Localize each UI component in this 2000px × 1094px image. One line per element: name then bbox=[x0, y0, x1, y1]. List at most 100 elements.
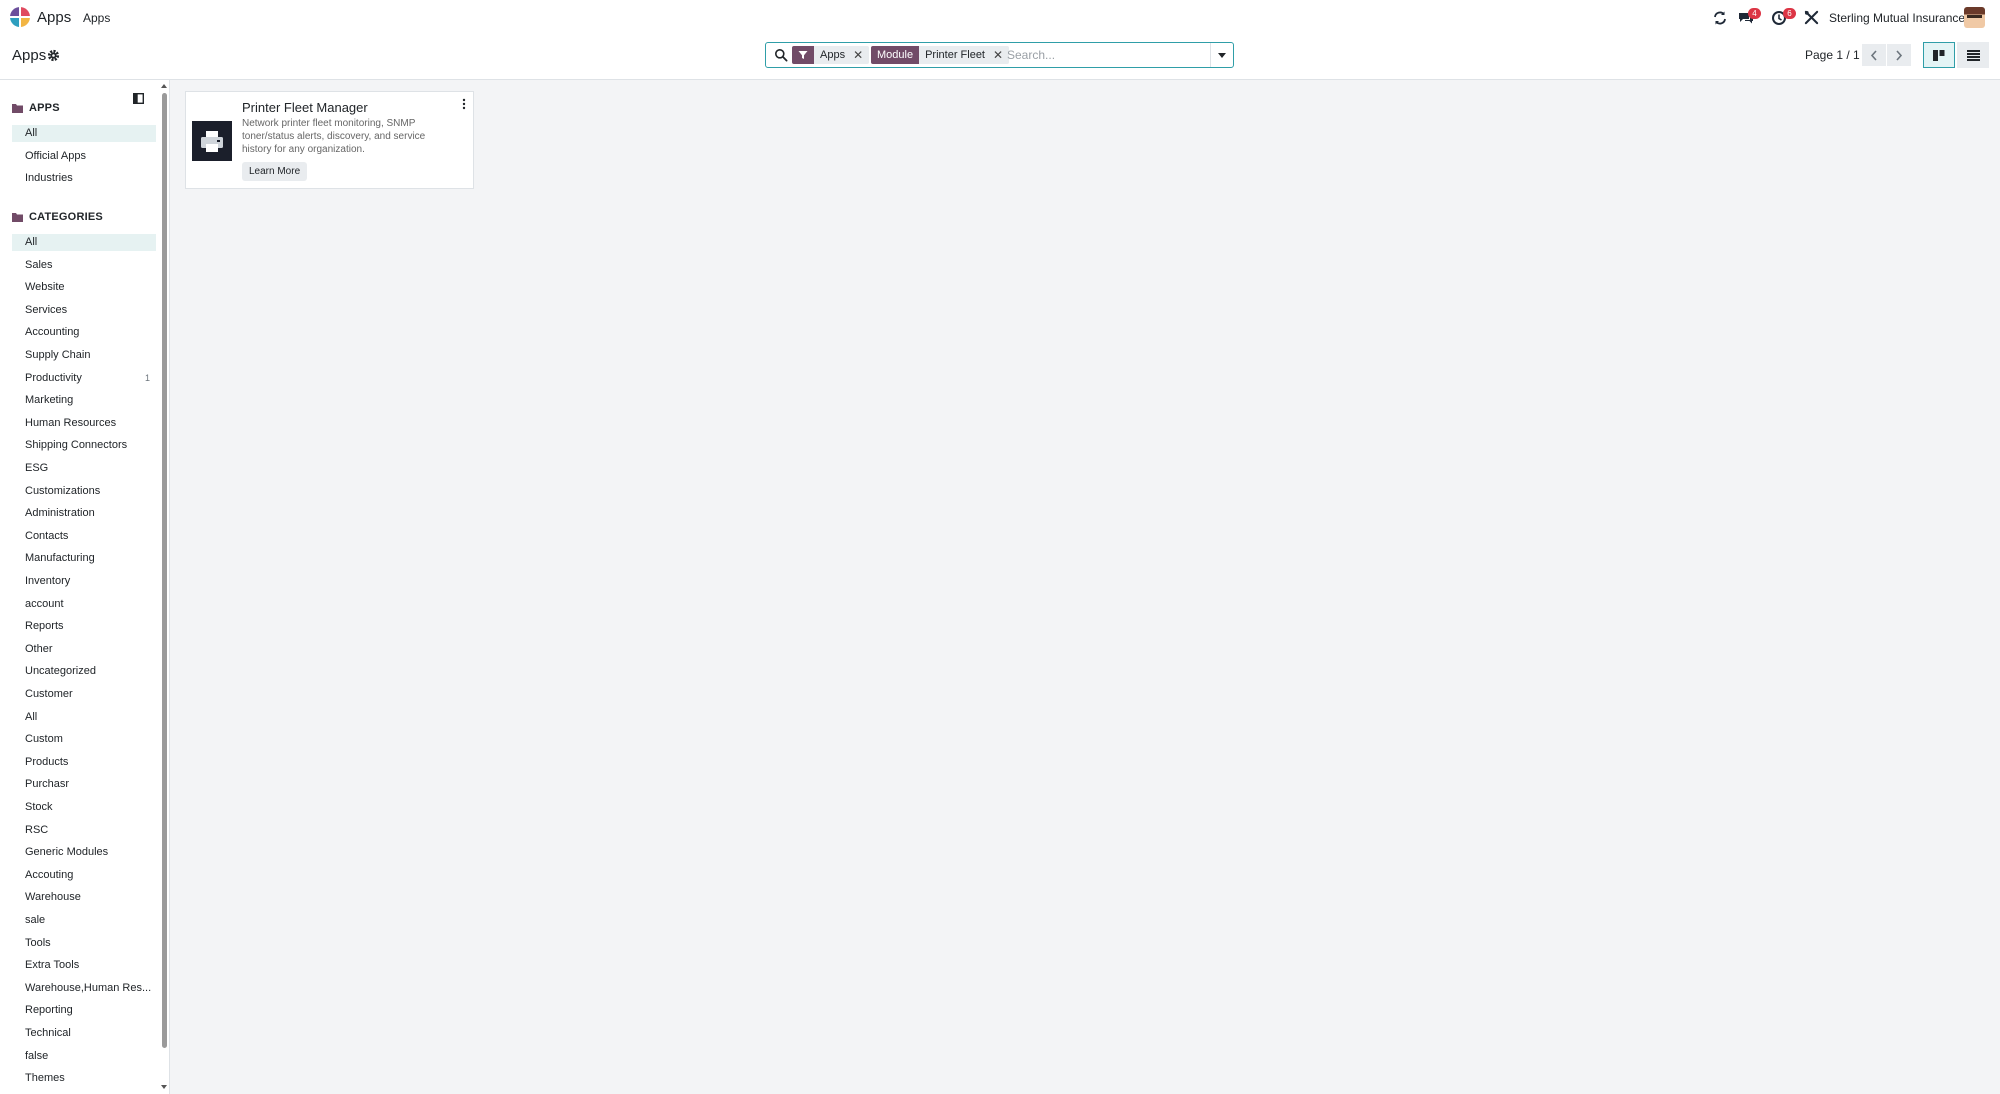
sidebar-item-category[interactable]: Productivity 1 bbox=[12, 370, 156, 387]
sidebar-item-category-label: Custom bbox=[25, 733, 63, 746]
sidebar-item-category-label: Stock bbox=[25, 801, 53, 813]
collapse-sidebar-icon[interactable] bbox=[133, 93, 144, 104]
sidebar-item-app-filter-label: Official Apps bbox=[25, 149, 86, 162]
app-card-description: Network printer fleet monitoring, SNMP t… bbox=[242, 118, 426, 155]
sidebar-item-category[interactable]: account bbox=[12, 596, 156, 613]
sidebar-item-category[interactable]: Tools bbox=[12, 935, 156, 952]
sidebar-item-category[interactable]: Reports bbox=[12, 618, 156, 635]
sidebar-item-category[interactable]: Customer bbox=[12, 686, 156, 703]
page-title: Apps bbox=[12, 47, 47, 64]
sidebar-item-category[interactable]: Themes bbox=[12, 1070, 156, 1087]
sidebar-scrollbar[interactable] bbox=[162, 93, 167, 1048]
sidebar-item-category-label: Sales bbox=[25, 258, 53, 271]
search-icon[interactable] bbox=[774, 48, 788, 62]
sidebar-item-category[interactable]: Human Resources bbox=[12, 415, 156, 432]
sidebar-item-category-label: account bbox=[25, 597, 64, 610]
sidebar-item-category-label: Extra Tools bbox=[25, 959, 80, 972]
sidebar-item-category-label: Customizations bbox=[25, 484, 101, 497]
facet-module-label: Module bbox=[871, 46, 920, 64]
list-view-button[interactable] bbox=[1957, 42, 1989, 68]
sidebar-item-category[interactable]: Warehouse bbox=[12, 889, 156, 906]
search-options-toggle[interactable] bbox=[1210, 43, 1233, 67]
scroll-up-arrow-icon[interactable] bbox=[161, 84, 167, 88]
facet-filter[interactable]: Apps ✕ bbox=[792, 46, 870, 64]
sidebar-item-category-label: Customer bbox=[25, 688, 73, 700]
top-navbar: Apps Apps 4 6 Sterling Mutual Insurance bbox=[0, 0, 2000, 36]
user-avatar[interactable] bbox=[1964, 7, 1985, 28]
sidebar-item-category-label: Accouting bbox=[25, 868, 74, 881]
sidebar-item-app-filter[interactable]: All bbox=[12, 125, 156, 142]
company-switcher[interactable]: Sterling Mutual Insurance bbox=[1829, 11, 1965, 25]
debug-tools-icon[interactable] bbox=[1804, 10, 1819, 25]
pager-value[interactable]: Page 1 / 1 bbox=[1805, 48, 1860, 62]
sidebar-item-category[interactable]: Supply Chain bbox=[12, 347, 156, 364]
sidebar-item-category[interactable]: Inventory bbox=[12, 573, 156, 590]
sidebar-item-category-label: Technical bbox=[25, 1027, 71, 1039]
sidebar-item-category-label: All bbox=[25, 710, 38, 723]
sidebar-item-category[interactable]: ESG bbox=[12, 460, 156, 477]
sidebar-item-category[interactable]: Technical bbox=[12, 1025, 156, 1042]
sidebar-item-category[interactable]: Shipping Connectors bbox=[12, 437, 156, 454]
pager-next-button[interactable] bbox=[1887, 44, 1911, 66]
facet-remove-icon[interactable]: ✕ bbox=[851, 46, 869, 64]
sidebar-item-category[interactable]: Purchasr bbox=[12, 776, 156, 793]
sidebar-item-category[interactable]: Customizations bbox=[12, 483, 156, 500]
sidebar-item-category[interactable]: Accounting bbox=[12, 324, 156, 341]
sidebar-item-app-filter[interactable]: Industries bbox=[12, 170, 156, 187]
facet-filter-value: Apps bbox=[820, 49, 846, 61]
sidebar-item-category[interactable]: Generic Modules bbox=[12, 844, 156, 861]
kanban-view-button[interactable] bbox=[1923, 42, 1955, 68]
sidebar-item-category[interactable]: RSC bbox=[12, 822, 156, 839]
sidebar-item-category[interactable]: Marketing bbox=[12, 392, 156, 409]
sidebar-item-category[interactable]: Sales bbox=[12, 257, 156, 274]
app-brand[interactable]: Apps bbox=[37, 9, 71, 26]
refresh-icon[interactable] bbox=[1712, 10, 1728, 26]
kebab-menu-icon[interactable] bbox=[462, 98, 466, 110]
sidebar-item-category-label: RSC bbox=[25, 823, 49, 836]
search-input[interactable] bbox=[1007, 46, 1207, 64]
sidebar-item-category[interactable]: Custom bbox=[12, 731, 156, 748]
sidebar-item-category-label: Uncategorized bbox=[25, 665, 96, 678]
printer-icon bbox=[192, 121, 232, 161]
sidebar-item-category[interactable]: Contacts bbox=[12, 528, 156, 545]
sidebar-item-category-label: Inventory bbox=[25, 575, 71, 587]
sidebar-item-category-label: Warehouse,Human Res... bbox=[25, 981, 152, 994]
sidebar-item-category-label: Supply Chain bbox=[25, 349, 91, 361]
sidebar-item-category[interactable]: Warehouse,Human Res... bbox=[12, 980, 156, 997]
sidebar-item-app-filter[interactable]: Official Apps bbox=[12, 148, 156, 165]
sidebar-item-app-filter-label: All bbox=[25, 127, 38, 139]
sidebar-item-category[interactable]: Uncategorized bbox=[12, 663, 156, 680]
apps-heading: APPS bbox=[29, 102, 60, 114]
sidebar-item-category[interactable]: false bbox=[12, 1048, 156, 1065]
sidebar-item-category[interactable]: Manufacturing bbox=[12, 550, 156, 567]
sidebar-item-category[interactable]: Website bbox=[12, 279, 156, 296]
sidebar-item-category-label: Reporting bbox=[25, 1004, 73, 1017]
learn-more-button[interactable]: Learn More bbox=[242, 162, 308, 181]
sidebar-item-category-label: Website bbox=[25, 281, 65, 294]
sidebar-item-category[interactable]: Reporting bbox=[12, 1002, 156, 1019]
sidebar-item-category[interactable]: Accouting bbox=[12, 867, 156, 884]
sidebar-item-category[interactable]: Products bbox=[12, 754, 156, 771]
menu-item-apps[interactable]: Apps bbox=[83, 11, 110, 25]
list-icon bbox=[1966, 49, 1980, 61]
sidebar-item-category[interactable]: Services bbox=[12, 302, 156, 319]
sidebar-item-category-label: sale bbox=[25, 914, 46, 926]
facet-module[interactable]: Module Printer Fleet ✕ bbox=[871, 46, 1010, 64]
sidebar-item-category[interactable]: Administration bbox=[12, 505, 156, 522]
chevron-right-icon bbox=[1896, 49, 1903, 61]
sidebar-item-category[interactable]: Other bbox=[12, 641, 156, 658]
sidebar-item-category[interactable]: All bbox=[12, 709, 156, 726]
sidebar-item-category[interactable]: All bbox=[12, 234, 156, 251]
scroll-down-arrow-icon[interactable] bbox=[161, 1085, 167, 1089]
sidebar-item-category-label: Accounting bbox=[25, 326, 80, 339]
categories-section-header: CATEGORIES bbox=[12, 209, 103, 225]
sidebar-item-category[interactable]: Extra Tools bbox=[12, 957, 156, 974]
sidebar-item-category[interactable]: sale bbox=[12, 912, 156, 929]
gear-icon[interactable] bbox=[47, 49, 60, 62]
search-bar[interactable]: Apps ✕ Module Printer Fleet ✕ bbox=[765, 42, 1234, 68]
sidebar-item-category-label: false bbox=[25, 1049, 49, 1062]
sidebar-item-category[interactable]: Stock bbox=[12, 799, 156, 816]
pager-previous-button[interactable] bbox=[1862, 44, 1886, 66]
app-card[interactable]: Printer Fleet Manager Network printer fl… bbox=[185, 91, 474, 189]
home-menu-icon[interactable] bbox=[10, 7, 30, 27]
